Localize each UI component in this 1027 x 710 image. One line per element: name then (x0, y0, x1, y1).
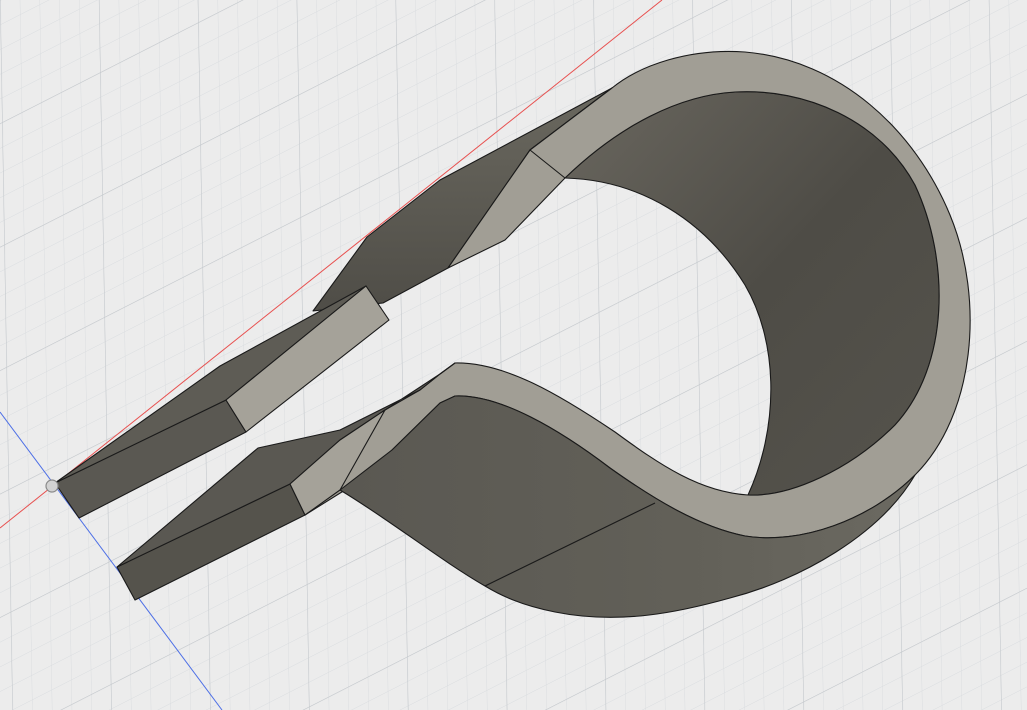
origin-point-icon[interactable] (45, 479, 59, 493)
3d-viewport[interactable] (0, 0, 1027, 710)
viewport-canvas[interactable] (0, 0, 1027, 710)
